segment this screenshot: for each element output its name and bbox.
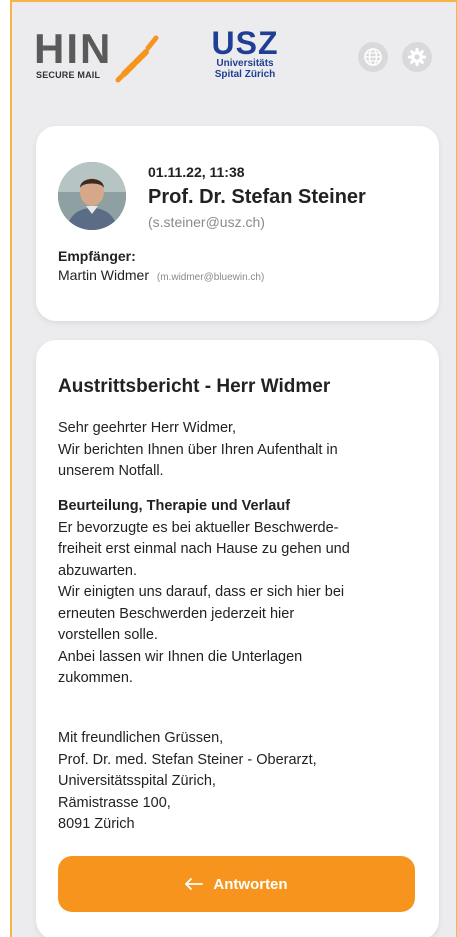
recipient-email: (m.widmer@bluewin.ch) (156, 272, 265, 283)
section-line: erneuten Beschwerden jederzeit hier (58, 605, 295, 622)
reply-arrow-icon (185, 878, 204, 890)
recipient-name: Martin Widmer (58, 267, 150, 283)
closing-line: Mit freundlichen Grüssen, (58, 730, 224, 746)
closing-line: Prof. Dr. med. Stefan Steiner - Oberarzt… (58, 751, 317, 768)
section-line: freiheit erst einmal nach Hause zu gehen… (58, 541, 350, 557)
usz-logo: USZ Universitäts Spital Zürich (200, 25, 290, 88)
avatar (58, 162, 126, 230)
usz-logo-subtitle-2: Spital Zürich (214, 69, 276, 80)
app-frame: HIN SECURE MAIL USZ Universitäts Spital … (10, 0, 457, 937)
section-line: zukommen. (58, 670, 133, 686)
hin-secure-mail-logo: HIN SECURE MAIL (34, 28, 174, 88)
reply-button-label: Antworten (213, 875, 288, 893)
closing-line: Rämistrasse 100, (58, 794, 171, 811)
section-line: abzuwarten. (58, 562, 137, 579)
sent-timestamp: 01.11.22, 11:38 (148, 164, 245, 180)
message-intro: Sehr geehrter Herr Widmer, Wir berichten… (58, 418, 418, 483)
closing-line: Universitätsspital Zürich, (58, 773, 216, 789)
header: HIN SECURE MAIL USZ Universitäts Spital … (12, 2, 456, 112)
section-title: Beurteilung, Therapie und Verlauf (58, 498, 291, 514)
message-section: Beurteilung, Therapie und Verlauf Er bev… (58, 496, 418, 690)
message-closing: Mit freundlichen Grüssen, Prof. Dr. med.… (58, 728, 418, 836)
reply-button[interactable]: Antworten (58, 856, 415, 912)
settings-button[interactable] (402, 42, 432, 72)
section-line: Wir einigten uns darauf, dass er sich hi… (58, 584, 345, 600)
section-line: Er bevorzugte es bei aktueller Beschwerd… (58, 519, 339, 536)
hin-logo-mark (115, 35, 159, 83)
sender-email: (s.steiner@usz.ch) (148, 214, 265, 230)
sender-name: Prof. Dr. Stefan Steiner (148, 186, 366, 208)
language-button[interactable] (358, 42, 388, 72)
usz-logo-text: USZ (211, 25, 279, 61)
gear-icon (408, 48, 426, 66)
intro-line: unserem Notfall. (58, 463, 164, 479)
globe-icon (364, 48, 382, 66)
sender-portrait-icon (58, 162, 126, 230)
intro-line: Wir berichten Ihnen über Ihren Aufenthal… (58, 441, 338, 458)
intro-line: Sehr geehrter Herr Widmer, (58, 420, 237, 436)
recipient-label: Empfänger: (58, 248, 136, 264)
closing-line: 8091 Zürich (58, 816, 135, 832)
section-line: Anbei lassen wir Ihnen die Unterlagen (58, 648, 303, 665)
message-subject: Austrittsbericht - Herr Widmer (58, 376, 331, 397)
message-card: Austrittsbericht - Herr Widmer Sehr geeh… (36, 340, 439, 937)
hin-logo-text: HIN (34, 25, 113, 72)
sender-card: 01.11.22, 11:38 Prof. Dr. Stefan Steiner… (36, 126, 439, 321)
section-line: vorstellen solle. (58, 627, 158, 643)
hin-logo-subtitle: SECURE MAIL (36, 70, 101, 80)
recipient-row: Martin Widmer (m.widmer@bluewin.ch) (58, 267, 264, 283)
